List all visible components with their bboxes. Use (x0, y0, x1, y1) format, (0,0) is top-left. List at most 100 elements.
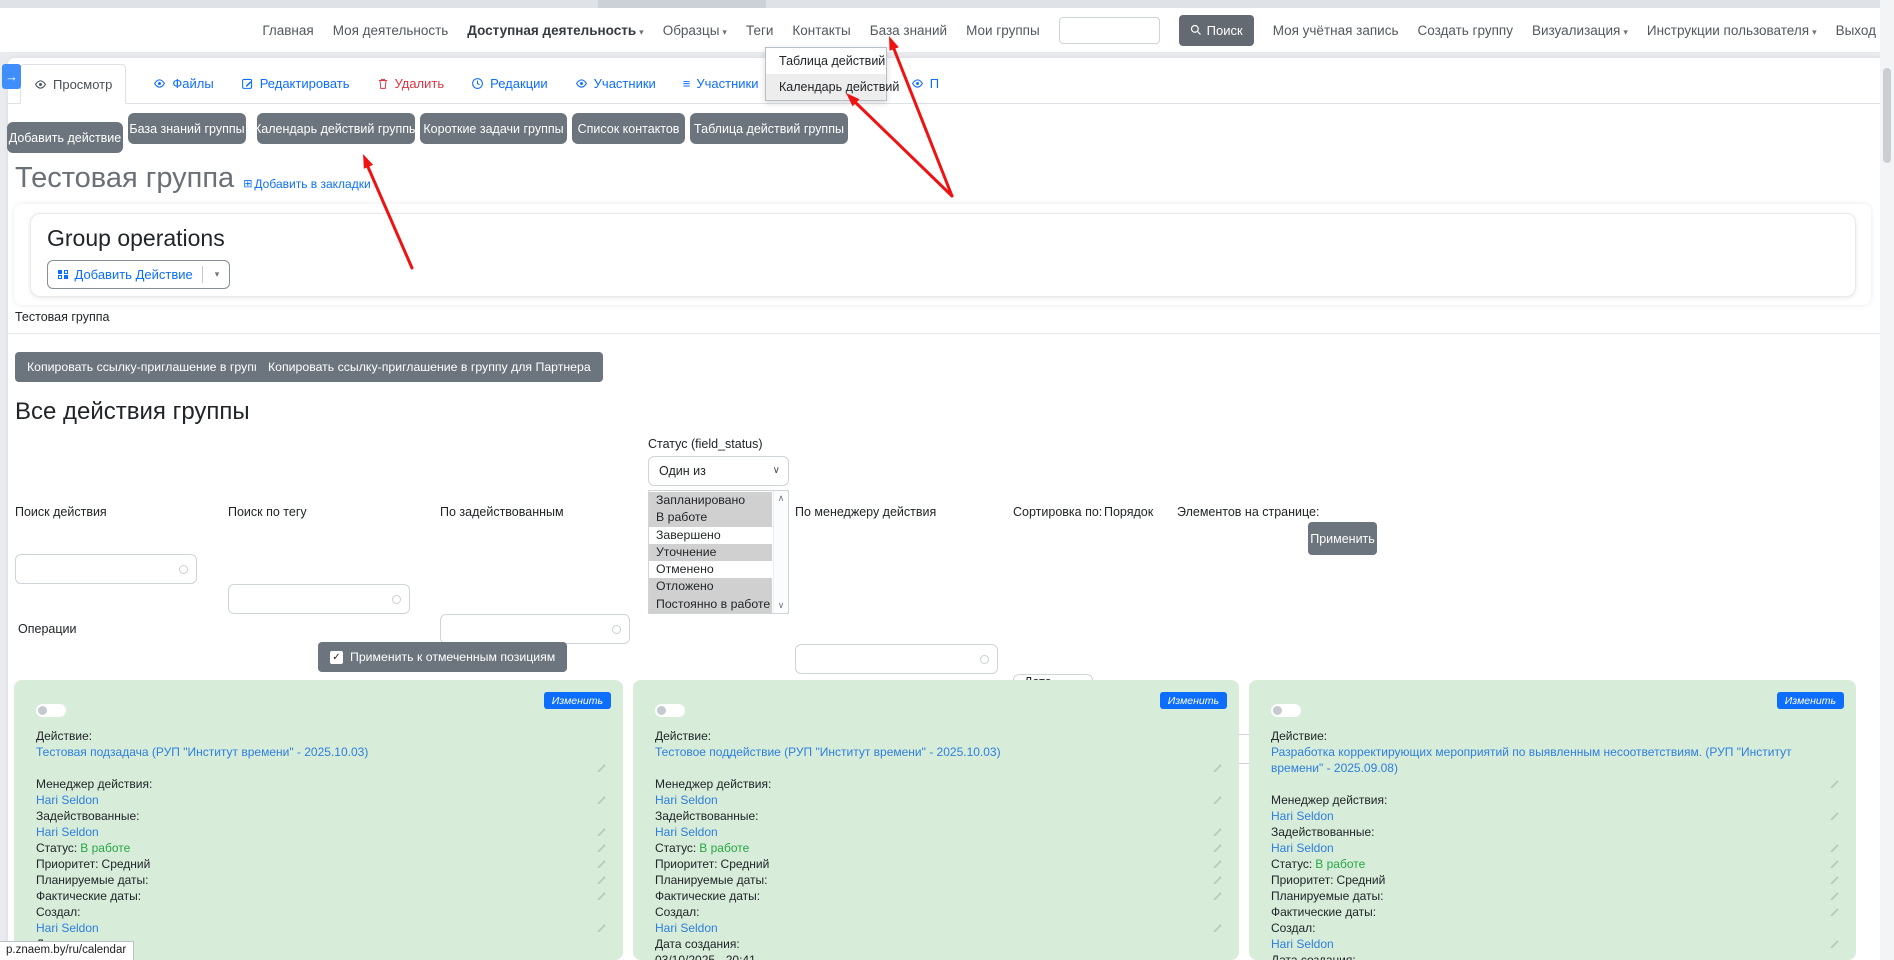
add-action-split-button[interactable]: Добавить Действие ▾ (47, 260, 230, 289)
field-label: Статус: (36, 841, 77, 855)
creator-link[interactable]: Hari Seldon (36, 921, 99, 935)
creator-link[interactable]: Hari Seldon (1271, 937, 1334, 951)
nav-my-activity[interactable]: Моя деятельность (333, 23, 449, 38)
edit-button[interactable]: Изменить (1777, 692, 1844, 709)
nav-user-guides[interactable]: Инструкции пользователя▾ (1647, 23, 1817, 38)
status-option[interactable]: Запланировано (649, 492, 772, 509)
status-option[interactable]: Завершено (649, 527, 772, 544)
tab-members[interactable]: Участники (575, 64, 656, 103)
apply-filters-button[interactable]: Применить (1308, 522, 1377, 555)
field-label: Задействованные: (655, 808, 1231, 824)
manager-input-wrap (795, 644, 998, 674)
add-action-button[interactable]: Добавить действие (7, 122, 123, 153)
status-multiselect[interactable]: Запланировано В работе Завершено Уточнен… (648, 490, 789, 614)
nav-visualization[interactable]: Визуализация▾ (1532, 23, 1628, 38)
field-label: Действие: (1271, 728, 1848, 744)
nav-logout[interactable]: Выход (1836, 23, 1876, 38)
tab-delete[interactable]: Удалить (377, 64, 445, 103)
card-select-toggle[interactable] (655, 704, 685, 717)
all-actions-heading: Все действия группы (15, 398, 250, 426)
nav-samples[interactable]: Образцы▾ (663, 23, 727, 38)
field-label: Приоритет: (1271, 873, 1334, 887)
multiselect-scrollbar[interactable]: ∧ ∨ (773, 491, 788, 613)
copy-partner-invite-link-button[interactable]: Копировать ссылку-приглашение в группу д… (256, 352, 603, 382)
status-option[interactable]: Отложено (649, 578, 772, 595)
group-actions-calendar-button[interactable]: Календарь действий группы (257, 113, 415, 144)
group-short-tasks-button[interactable]: Короткие задачи группы (420, 113, 567, 144)
creator-link[interactable]: Hari Seldon (655, 921, 718, 935)
priority-value: Средний (1337, 873, 1386, 887)
involved-input[interactable] (441, 615, 629, 643)
status-option[interactable]: Уточнение (649, 544, 772, 561)
page-scrollbar-thumb[interactable] (1883, 68, 1891, 163)
nav-create-group[interactable]: Создать группу (1418, 23, 1513, 38)
sidebar-expand-button[interactable]: → (2, 64, 21, 89)
group-operations-card: Group operations Добавить Действие ▾ (30, 213, 1856, 297)
action-title-link[interactable]: Разработка корректирующих мероприятий по… (1271, 745, 1792, 775)
nav-available-activity[interactable]: Доступная деятельность▾ (467, 23, 643, 38)
nav-my-account[interactable]: Моя учётная запись (1273, 23, 1399, 38)
tab-members-list[interactable]: ≡ Участники (683, 64, 759, 103)
page-title: Тестовая группа (15, 163, 234, 195)
page-title-row: Тестовая группа ⊞Добавить в закладки (15, 163, 371, 195)
group-actions-table-button[interactable]: Таблица действий группы (690, 113, 848, 144)
manager-link[interactable]: Hari Seldon (655, 793, 718, 807)
nav-home[interactable]: Главная (262, 23, 313, 38)
involved-link[interactable]: Hari Seldon (1271, 841, 1334, 855)
field-label: Создал: (655, 904, 1231, 920)
add-bookmark-link[interactable]: ⊞Добавить в закладки (243, 177, 371, 195)
group-operations-heading: Group operations (47, 225, 1839, 252)
search-input[interactable] (1059, 17, 1160, 44)
per-page-label: Элементов на странице: (1177, 505, 1319, 519)
scroll-down-icon[interactable]: ∨ (778, 600, 785, 611)
status-option[interactable]: Постоянно в работе (649, 596, 772, 613)
tab-truncated[interactable]: П (911, 64, 939, 103)
edit-button[interactable]: Изменить (544, 692, 611, 709)
action-title-link[interactable]: Тестовое поддействие (РУП "Институт врем… (655, 745, 1001, 759)
search-tag-input[interactable] (229, 585, 409, 613)
search-action-input[interactable] (16, 555, 196, 583)
tab-files[interactable]: Файлы (153, 64, 213, 103)
involved-link[interactable]: Hari Seldon (36, 825, 99, 839)
copy-invite-link-button[interactable]: Копировать ссылку-приглашение в группу (15, 352, 279, 382)
menu-item-actions-table[interactable]: Таблица действий (766, 48, 886, 74)
status-operator-select[interactable]: Один из ∨ (648, 456, 789, 486)
card-select-toggle[interactable] (1271, 704, 1301, 717)
clear-icon (612, 625, 621, 634)
manager-link[interactable]: Hari Seldon (1271, 809, 1334, 823)
action-title-link[interactable]: Тестовая подзадача (РУП "Институт времен… (36, 745, 368, 759)
search-tag-input-wrap (228, 584, 410, 614)
involved-link[interactable]: Hari Seldon (655, 825, 718, 839)
entity-tabs: Просмотр Файлы Редактировать Удалить Ред… (8, 58, 1886, 104)
field-label: Фактические даты: (36, 888, 615, 904)
manager-input[interactable] (796, 645, 997, 673)
edit-button[interactable]: Изменить (1160, 692, 1227, 709)
tab-edit[interactable]: Редактировать (241, 64, 350, 103)
field-label: Приоритет: (655, 857, 718, 871)
card-select-toggle[interactable] (36, 704, 66, 717)
manager-link[interactable]: Hari Seldon (36, 793, 99, 807)
field-label: Приоритет: (36, 857, 99, 871)
nav-knowledge-base[interactable]: База знаний (870, 23, 947, 38)
available-activity-dropdown: Таблица действий Календарь действий (765, 47, 887, 101)
group-caption: Тестовая группа (15, 310, 109, 324)
order-label: Порядок (1104, 505, 1153, 519)
search-icon (1190, 24, 1202, 36)
nav-my-groups[interactable]: Мои группы (966, 23, 1040, 38)
search-button[interactable]: Поиск (1179, 15, 1254, 46)
status-option[interactable]: Отменено (649, 561, 772, 578)
edit-icon (241, 77, 254, 90)
scroll-up-icon[interactable]: ∧ (778, 493, 785, 504)
field-label: Планируемые даты: (36, 872, 615, 888)
bookmark-icon: ⊞ (243, 177, 252, 190)
apply-to-selected-button[interactable]: ✓ Применить к отмеченным позициям (318, 642, 567, 672)
menu-item-actions-calendar[interactable]: Календарь действий (766, 74, 886, 100)
tab-revisions[interactable]: Редакции (471, 64, 548, 103)
status-option[interactable]: В работе (649, 509, 772, 526)
nav-tags[interactable]: Теги (746, 23, 773, 38)
group-knowledge-base-button[interactable]: База знаний группы (128, 113, 246, 144)
tab-view[interactable]: Просмотр (20, 64, 126, 104)
nav-contacts[interactable]: Контакты (792, 23, 850, 38)
contacts-list-button[interactable]: Список контактов (572, 113, 685, 144)
field-label: Планируемые даты: (655, 872, 1231, 888)
